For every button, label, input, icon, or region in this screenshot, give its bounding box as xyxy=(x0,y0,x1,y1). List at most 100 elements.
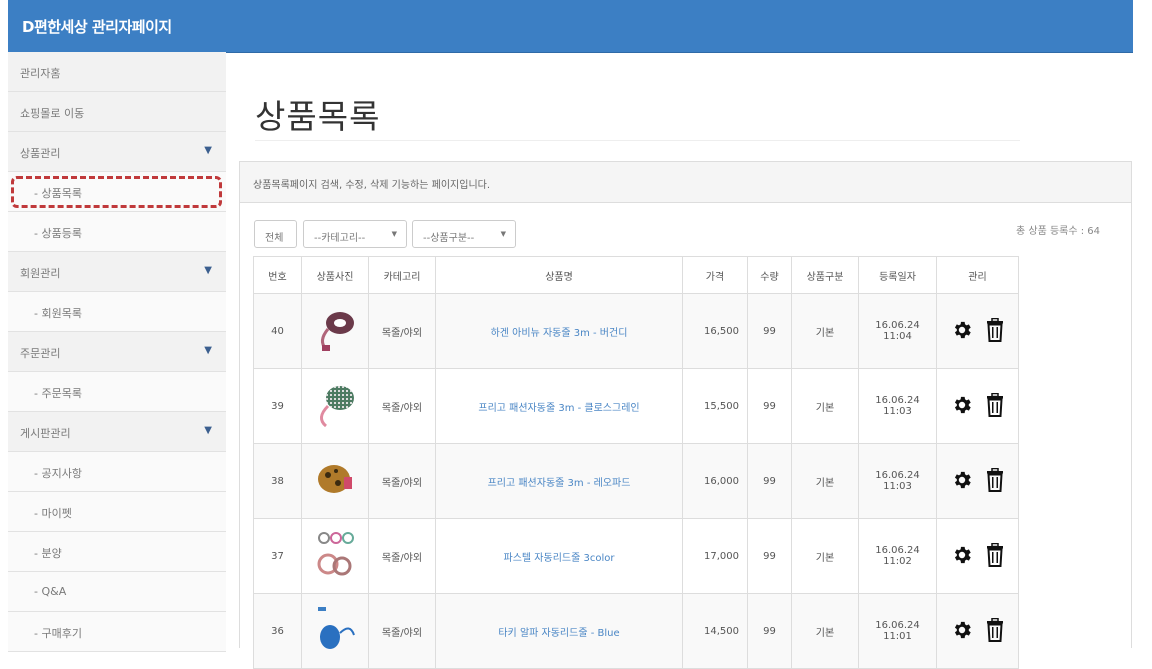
cell-photo xyxy=(301,368,369,444)
product-name-link[interactable]: 타키 알파 자동리드줄 - Blue xyxy=(435,593,683,669)
table-row: 40 목줄/야외 하겐 아비뉴 자동줄 3m - 버건디 16,500 99 기본 16.0… xyxy=(253,293,1019,369)
cell-number: 40 xyxy=(253,293,302,369)
gear-icon[interactable] xyxy=(951,469,973,491)
sidebar-item-order-management[interactable]: 주문관리 ▼ xyxy=(8,332,226,372)
column-header-type: 상품구분 xyxy=(791,256,859,294)
sidebar-item-go-to-shop[interactable]: 쇼핑몰로 이동 xyxy=(8,92,226,132)
cell-date: 16.06.24 11:03 xyxy=(858,368,937,444)
caret-down-icon: ▼ xyxy=(204,265,212,276)
caret-down-icon: ▼ xyxy=(204,145,212,156)
gear-icon[interactable] xyxy=(951,619,973,641)
sidebar-item-purchase-reviews[interactable]: - 구매후기 xyxy=(8,612,226,652)
sidebar-item-label: 쇼핑몰로 이동 xyxy=(20,107,85,120)
trash-icon[interactable] xyxy=(985,468,1005,492)
sidebar-item-label: - 마이펫 xyxy=(34,507,72,520)
sidebar-item-member-management[interactable]: 회원관리 ▼ xyxy=(8,252,226,292)
sidebar-item-qna[interactable]: - Q&A xyxy=(8,572,226,612)
product-thumbnail[interactable] xyxy=(310,528,360,582)
cell-actions xyxy=(936,293,1019,369)
sidebar-item-label: - 상품등록 xyxy=(34,227,82,240)
date-text: 16.06.24 xyxy=(875,320,920,331)
product-thumbnail[interactable] xyxy=(310,453,360,507)
cell-photo xyxy=(301,293,369,369)
sidebar-item-notice[interactable]: - 공지사항 xyxy=(8,452,226,492)
product-table: 번호 상품사진 카테고리 상품명 가격 수량 상품구분 등록일자 관리 40 목줄/야외 하겐 아비… xyxy=(253,256,1019,669)
cell-type: 기본 xyxy=(791,443,859,519)
sidebar-item-member-list[interactable]: - 회원목록 xyxy=(8,292,226,332)
cell-date: 16.06.24 11:04 xyxy=(858,293,937,369)
category-select-label: --카테고리-- xyxy=(314,233,366,244)
column-header-category: 카테고리 xyxy=(368,256,436,294)
product-thumbnail[interactable] xyxy=(310,378,360,432)
product-name-link[interactable]: 파스텔 자동리드줄 3color xyxy=(435,518,683,594)
sidebar-item-my-pet[interactable]: - 마이펫 xyxy=(8,492,226,532)
cell-type: 기본 xyxy=(791,368,859,444)
column-header-date: 등록일자 xyxy=(858,256,937,294)
cell-number: 36 xyxy=(253,593,302,669)
cell-quantity: 99 xyxy=(747,518,792,594)
sidebar-item-board-management[interactable]: 게시판관리 ▼ xyxy=(8,412,226,452)
sidebar-item-label: - 주문목록 xyxy=(34,387,82,400)
cell-quantity: 99 xyxy=(747,368,792,444)
sidebar-item-order-list[interactable]: - 주문목록 xyxy=(8,372,226,412)
cell-quantity: 99 xyxy=(747,593,792,669)
cell-date: 16.06.24 11:02 xyxy=(858,518,937,594)
cell-category: 목줄/야외 xyxy=(368,518,436,594)
sidebar-item-label: 주문관리 xyxy=(20,347,61,360)
gear-icon[interactable] xyxy=(951,544,973,566)
cell-date: 16.06.24 11:03 xyxy=(858,443,937,519)
page-title: 상품목록 xyxy=(255,97,381,136)
gear-icon[interactable] xyxy=(951,319,973,341)
product-type-select-label: --상품구분-- xyxy=(423,233,475,244)
filter-all-label: 전체 xyxy=(265,233,284,244)
trash-icon[interactable] xyxy=(985,318,1005,342)
product-thumbnail[interactable] xyxy=(310,603,360,657)
cell-category: 목줄/야외 xyxy=(368,293,436,369)
total-count: 총 상품 등록수 : 64 xyxy=(1016,226,1101,237)
filter-all-button[interactable]: 전체 xyxy=(254,220,297,248)
top-navbar: D편한세상 관리자페이지 xyxy=(8,0,1133,53)
sidebar-item-admin-home[interactable]: 관리자홈 xyxy=(8,52,226,92)
panel-description: 상품목록페이지 검색, 수정, 삭제 기능하는 페이지입니다. xyxy=(253,180,491,191)
cell-type: 기본 xyxy=(791,518,859,594)
sidebar-item-adoption[interactable]: - 분양 xyxy=(8,532,226,572)
sidebar-item-product-register[interactable]: - 상품등록 xyxy=(8,212,226,252)
cell-category: 목줄/야외 xyxy=(368,593,436,669)
cell-actions xyxy=(936,593,1019,669)
column-header-number: 번호 xyxy=(253,256,302,294)
table-row: 36 목줄/야외 타키 알파 자동리드줄 - Blue 14,500 99 기본 16.06… xyxy=(253,593,1019,669)
product-type-select[interactable]: --상품구분-- ▼ xyxy=(412,220,516,248)
cell-actions xyxy=(936,368,1019,444)
time-text: 11:03 xyxy=(883,406,912,417)
trash-icon[interactable] xyxy=(985,393,1005,417)
cell-type: 기본 xyxy=(791,593,859,669)
cell-actions xyxy=(936,443,1019,519)
column-header-price: 가격 xyxy=(682,256,748,294)
sidebar-item-label: 관리자홈 xyxy=(20,67,61,80)
cell-actions xyxy=(936,518,1019,594)
trash-icon[interactable] xyxy=(985,543,1005,567)
category-select[interactable]: --카테고리-- ▼ xyxy=(303,220,407,248)
cell-category: 목줄/야외 xyxy=(368,368,436,444)
product-name-link[interactable]: 프리고 패션자동줄 3m - 레오파드 xyxy=(435,443,683,519)
cell-photo xyxy=(301,443,369,519)
date-text: 16.06.24 xyxy=(875,470,920,481)
panel-heading: 상품목록페이지 검색, 수정, 삭제 기능하는 페이지입니다. xyxy=(240,162,1131,203)
sidebar-item-product-management[interactable]: 상품관리 ▼ xyxy=(8,132,226,172)
gear-icon[interactable] xyxy=(951,394,973,416)
caret-down-icon: ▼ xyxy=(204,345,212,356)
table-row: 37 목줄/야외 파스텔 자동리드줄 3color 17,000 99 기본 16.06.2… xyxy=(253,518,1019,594)
product-thumbnail[interactable] xyxy=(310,303,360,357)
time-text: 11:04 xyxy=(883,331,912,342)
product-name-link[interactable]: 프리고 패션자동줄 3m - 클로스그레인 xyxy=(435,368,683,444)
product-name-link[interactable]: 하겐 아비뉴 자동줄 3m - 버건디 xyxy=(435,293,683,369)
cell-price: 16,500 xyxy=(682,293,748,369)
brand-title[interactable]: D편한세상 관리자페이지 xyxy=(22,16,172,37)
time-text: 11:01 xyxy=(883,631,912,642)
sidebar-item-label: 게시판관리 xyxy=(20,427,71,440)
sidebar-item-label: - 공지사항 xyxy=(34,467,82,480)
sidebar-item-label: 상품관리 xyxy=(20,147,61,160)
cell-category: 목줄/야외 xyxy=(368,443,436,519)
trash-icon[interactable] xyxy=(985,618,1005,642)
sidebar-item-label: - 구매후기 xyxy=(34,627,82,640)
